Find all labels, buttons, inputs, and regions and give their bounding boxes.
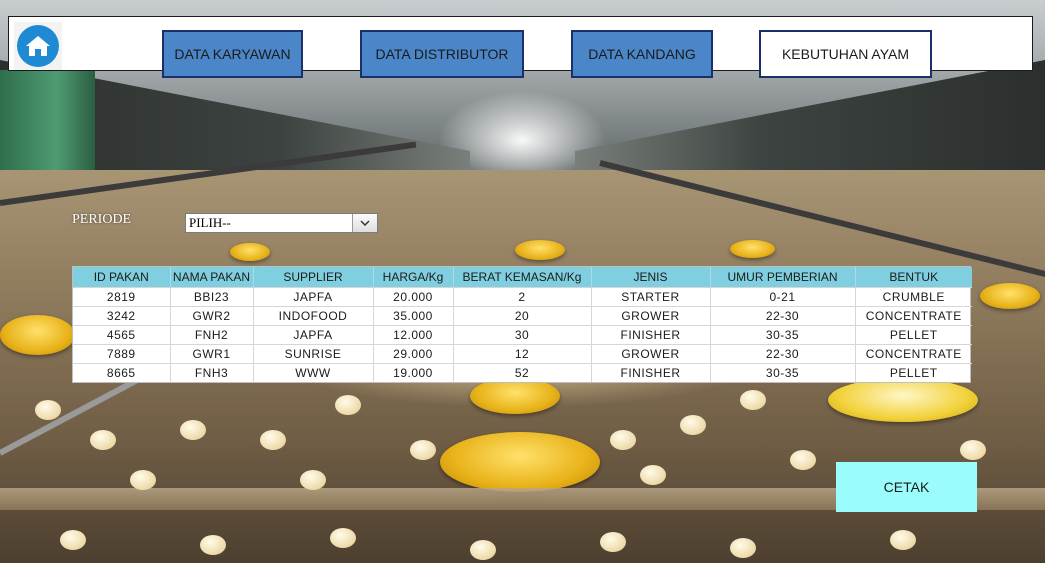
cetak-label: CETAK — [883, 479, 930, 495]
cell-harga: 19.000 — [373, 363, 454, 382]
cell-jenis: FINISHER — [591, 325, 711, 345]
data-kandang-button[interactable]: DATA KANDANG — [571, 30, 713, 78]
cell-bentuk: PELLET — [855, 363, 972, 382]
cell-supplier: JAPFA — [253, 325, 374, 345]
cell-supplier: SUNRISE — [253, 344, 374, 364]
table-header-row: ID PAKAN NAMA PAKAN SUPPLIER HARGA/Kg BE… — [73, 267, 972, 288]
column-header-supplier[interactable]: SUPPLIER — [253, 267, 374, 288]
cell-bentuk: CONCENTRATE — [855, 306, 972, 326]
cell-nama-pakan: FNH2 — [170, 325, 254, 345]
cell-berat-kemasan: 20 — [453, 306, 592, 326]
cell-umur-pemberian: 30-35 — [710, 363, 856, 382]
column-header-berat-kemasan[interactable]: BERAT KEMASAN/Kg — [453, 267, 592, 288]
table-row[interactable]: 8665 FNH3 WWW 19.000 52 FINISHER 30-35 P… — [73, 363, 972, 382]
cell-berat-kemasan: 52 — [453, 363, 592, 382]
cell-berat-kemasan: 30 — [453, 325, 592, 345]
table-row[interactable]: 4565 FNH2 JAPFA 12.000 30 FINISHER 30-35… — [73, 325, 972, 345]
cell-id-pakan: 2819 — [73, 287, 171, 307]
cell-bentuk: CONCENTRATE — [855, 344, 972, 364]
column-header-id-pakan[interactable]: ID PAKAN — [73, 267, 171, 288]
home-icon — [17, 25, 59, 67]
data-karyawan-button[interactable]: DATA KARYAWAN — [162, 30, 303, 78]
data-kandang-label: DATA KANDANG — [588, 46, 696, 62]
cell-jenis: GROWER — [591, 306, 711, 326]
pakan-table: ID PAKAN NAMA PAKAN SUPPLIER HARGA/Kg BE… — [72, 266, 972, 383]
home-button[interactable] — [14, 22, 62, 70]
cell-jenis: GROWER — [591, 344, 711, 364]
data-distributor-label: DATA DISTRIBUTOR — [375, 46, 509, 62]
cell-berat-kemasan: 2 — [453, 287, 592, 307]
cell-umur-pemberian: 0-21 — [710, 287, 856, 307]
data-distributor-button[interactable]: DATA DISTRIBUTOR — [360, 30, 524, 78]
cell-nama-pakan: BBI23 — [170, 287, 254, 307]
cell-bentuk: PELLET — [855, 325, 972, 345]
data-karyawan-label: DATA KARYAWAN — [174, 46, 291, 62]
kebutuhan-ayam-label: KEBUTUHAN AYAM — [781, 46, 910, 62]
column-header-bentuk[interactable]: BENTUK — [855, 267, 972, 288]
cell-harga: 20.000 — [373, 287, 454, 307]
cell-nama-pakan: FNH3 — [170, 363, 254, 382]
cell-id-pakan: 8665 — [73, 363, 171, 382]
table-row[interactable]: 3242 GWR2 INDOFOOD 35.000 20 GROWER 22-3… — [73, 306, 972, 326]
kebutuhan-ayam-button[interactable]: KEBUTUHAN AYAM — [759, 30, 932, 78]
column-header-harga[interactable]: HARGA/Kg — [373, 267, 454, 288]
column-header-jenis[interactable]: JENIS — [591, 267, 711, 288]
cell-nama-pakan: GWR1 — [170, 344, 254, 364]
periode-dropdown[interactable]: PILIH-- — [185, 213, 378, 233]
cell-id-pakan: 7889 — [73, 344, 171, 364]
cell-jenis: FINISHER — [591, 363, 711, 382]
cell-harga: 12.000 — [373, 325, 454, 345]
cell-umur-pemberian: 22-30 — [710, 306, 856, 326]
cell-nama-pakan: GWR2 — [170, 306, 254, 326]
cetak-button[interactable]: CETAK — [836, 462, 977, 512]
cell-umur-pemberian: 30-35 — [710, 325, 856, 345]
cell-supplier: JAPFA — [253, 287, 374, 307]
cell-supplier: WWW — [253, 363, 374, 382]
periode-label: PERIODE — [72, 212, 132, 227]
column-header-umur-pemberian[interactable]: UMUR PEMBERIAN — [710, 267, 856, 288]
table-row[interactable]: 7889 GWR1 SUNRISE 29.000 12 GROWER 22-30… — [73, 344, 972, 364]
column-header-nama-pakan[interactable]: NAMA PAKAN — [170, 267, 254, 288]
periode-selected-value: PILIH-- — [189, 215, 231, 230]
chevron-down-icon[interactable] — [352, 214, 377, 232]
cell-berat-kemasan: 12 — [453, 344, 592, 364]
cell-id-pakan: 3242 — [73, 306, 171, 326]
cell-harga: 35.000 — [373, 306, 454, 326]
cell-supplier: INDOFOOD — [253, 306, 374, 326]
cell-jenis: STARTER — [591, 287, 711, 307]
cell-umur-pemberian: 22-30 — [710, 344, 856, 364]
cell-harga: 29.000 — [373, 344, 454, 364]
cell-bentuk: CRUMBLE — [855, 287, 972, 307]
cell-id-pakan: 4565 — [73, 325, 171, 345]
table-row[interactable]: 2819 BBI23 JAPFA 20.000 2 STARTER 0-21 C… — [73, 287, 972, 307]
